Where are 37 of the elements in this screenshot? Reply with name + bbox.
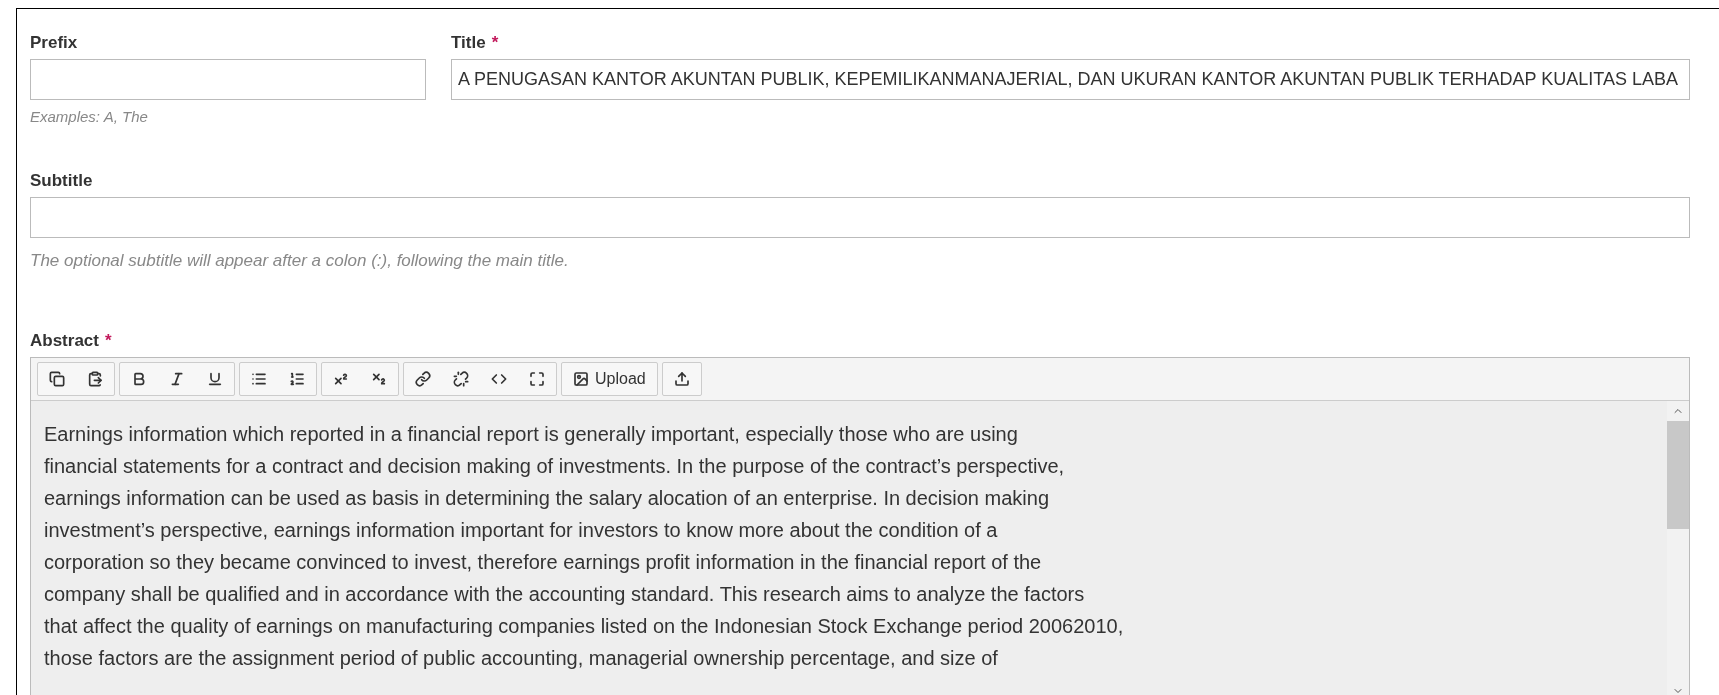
subtitle-field[interactable] — [30, 196, 1690, 238]
unlink-icon — [453, 371, 469, 387]
clipboard-icon — [87, 371, 103, 387]
text-line: that affect the quality of earnings on manufacturing companies listed on the Indonesian Stock Exchange period 20062010, — [44, 614, 1125, 639]
field-label: Prefix — [30, 32, 78, 55]
text-line: corporation so they became convinced to invest, therefore earnings profit information in the financial report of the — [44, 550, 1043, 575]
numbered-list-icon — [289, 371, 305, 387]
superscript-icon — [333, 371, 349, 387]
text-line: Earnings information which reported in a financial report is generally important, especially those who are using — [44, 422, 1019, 447]
image-icon — [573, 371, 589, 387]
field-label: Subtitle — [30, 169, 93, 192]
help-text: Examples: A, The — [30, 107, 149, 127]
fullscreen-icon — [529, 371, 545, 387]
text-line: financial statements for a contract and decision making of investments. In the purpose of the contract’s perspective, — [44, 454, 1066, 479]
link-icon — [415, 371, 431, 387]
subscript-icon — [371, 371, 387, 387]
text-line: investment’s perspective, earnings information important for investors to know more about the condition of a — [44, 518, 999, 543]
text-line: company shall be qualified and in accordance with the accounting standard. This research aims to analyze the factors — [44, 582, 1086, 607]
bold-icon — [131, 371, 147, 387]
code-icon — [491, 371, 507, 387]
required-mark: * — [104, 330, 112, 353]
field-label: Abstract — [30, 330, 99, 353]
prefix-field[interactable] — [30, 59, 426, 100]
upload-icon — [673, 371, 690, 387]
bullet-list-icon — [251, 371, 267, 387]
field-label: Title — [451, 32, 486, 55]
underline-icon — [207, 371, 223, 387]
copy-icon — [49, 371, 65, 387]
text-line: those factors are the assignment period of public accounting, managerial ownership percentage, and size of — [44, 646, 999, 671]
required-mark: * — [491, 32, 499, 55]
scrollbar[interactable] — [1667, 401, 1689, 695]
upload-button[interactable]: Upload — [562, 363, 657, 395]
text-line: earnings information can be used as basis in determining the salary alocation of an enterprise. In decision making — [44, 486, 1051, 511]
title-field[interactable]: A PENUGASAN KANTOR AKUNTAN PUBLIK, KEPEMILIKANMANAJERIAL, DAN UKURAN KANTOR AKUNTAN PUBLIK TERHADAP KUALITAS LABA — [451, 59, 1690, 100]
italic-icon — [169, 371, 185, 387]
scrollbar-thumb[interactable] — [1667, 421, 1689, 529]
help-text: The optional subtitle will appear after a colon (:), following the main title. — [30, 249, 570, 272]
